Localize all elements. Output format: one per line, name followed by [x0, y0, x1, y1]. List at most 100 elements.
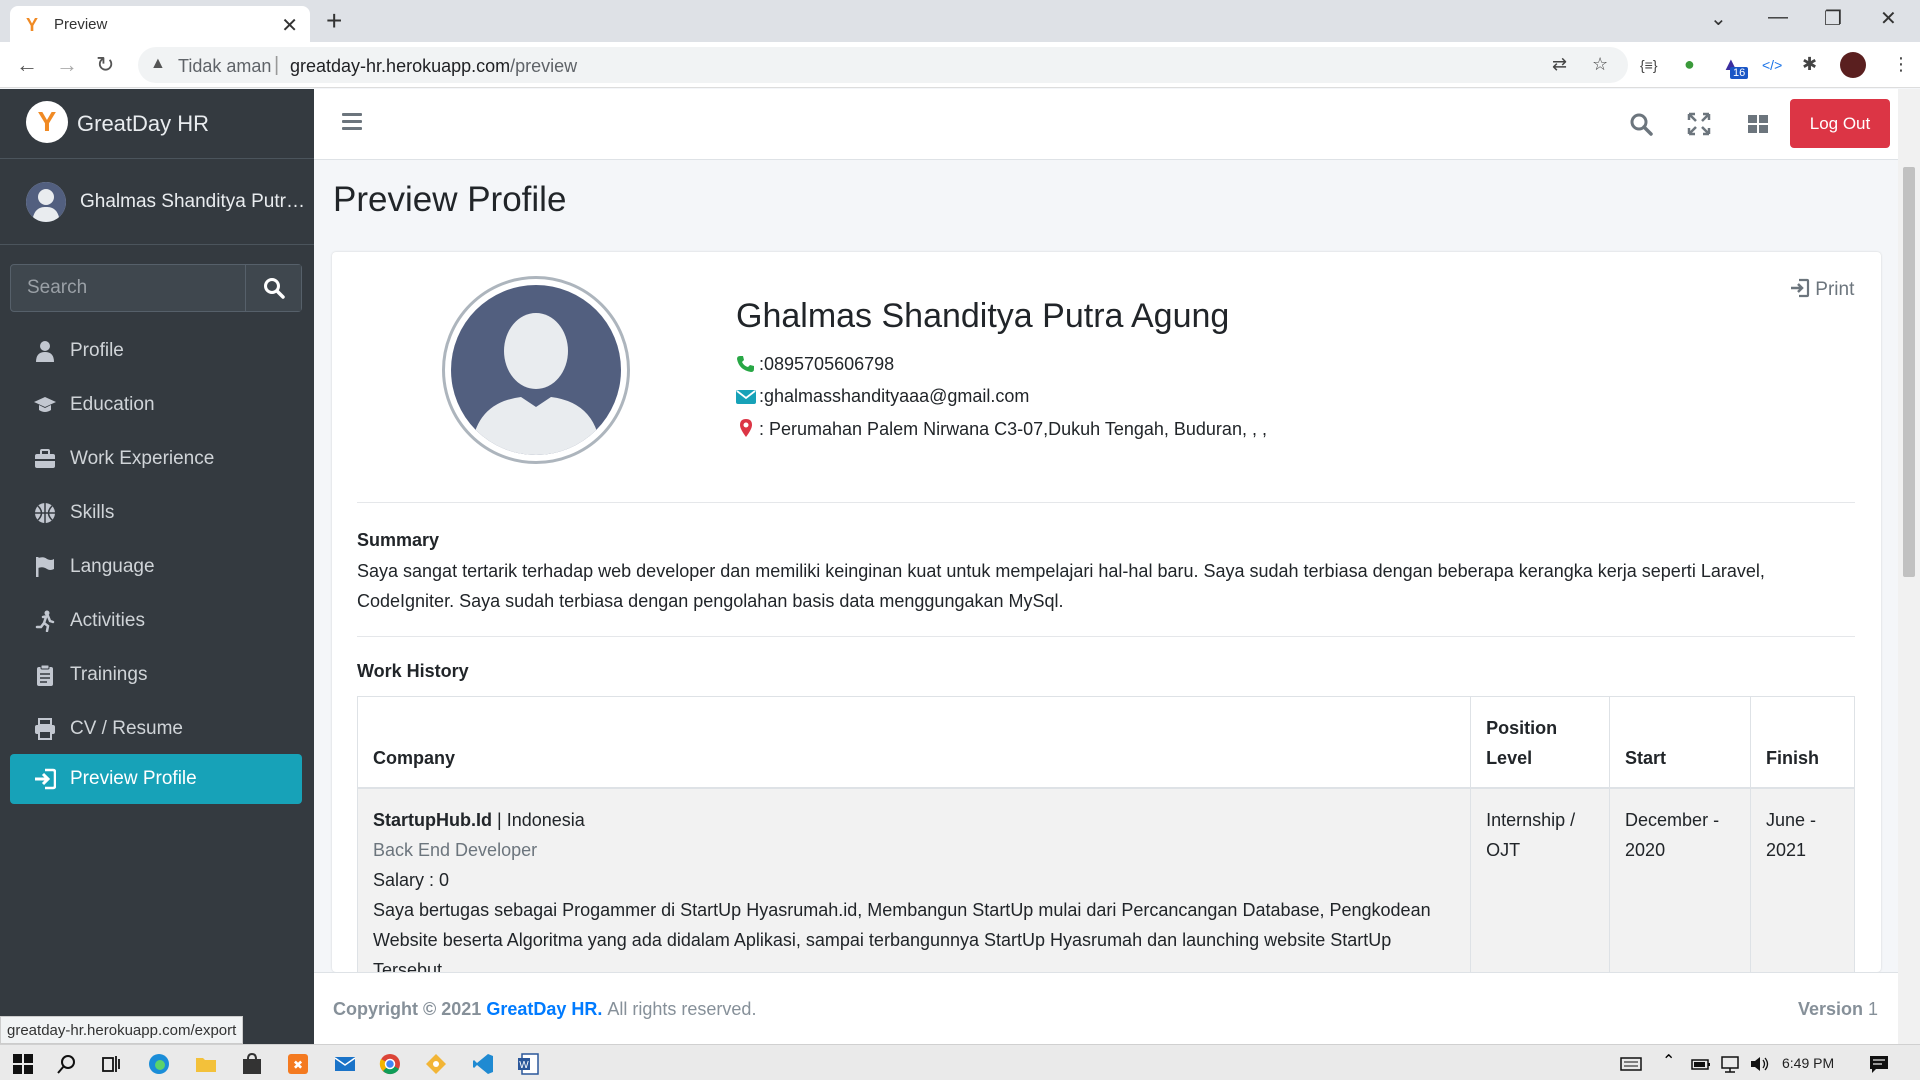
taskbar-clock[interactable]: 6:49 PM: [1782, 1055, 1834, 1071]
sidebar-item-work-experience[interactable]: Work Experience: [10, 434, 302, 484]
sidebar-item-label: Skills: [70, 502, 115, 523]
url-text: greatday-hr.herokuapp.com/preview: [290, 56, 578, 76]
sidebar-item-preview-profile[interactable]: Preview Profile: [10, 754, 302, 804]
status-bar-url: greatday-hr.herokuapp.com/export: [0, 1016, 244, 1044]
sidebar-item-cv-resume[interactable]: CV / Resume: [10, 704, 302, 754]
table-row: StartupHub.Id | Indonesia Back End Devel…: [356, 787, 1855, 972]
chevron-up-icon[interactable]: ⌃: [1662, 1051, 1675, 1071]
running-icon: [35, 610, 55, 632]
bookmark-star-icon[interactable]: ☆: [1592, 54, 1608, 75]
mail-icon[interactable]: [334, 1053, 356, 1075]
puzzle-extensions-icon[interactable]: ✱: [1802, 54, 1817, 75]
table-header-row: Company Position Level Start Finish: [356, 696, 1855, 789]
sidebar-item-education[interactable]: Education: [10, 380, 302, 430]
work-history-heading: Work History: [357, 661, 469, 681]
file-explorer-icon[interactable]: [195, 1053, 217, 1075]
page-scrollbar[interactable]: [1898, 89, 1920, 1044]
user-avatar: [26, 182, 66, 222]
copyright: Copyright © 2021 GreatDay HR. All rights…: [333, 999, 756, 1020]
hamburger-menu-icon[interactable]: [342, 113, 362, 131]
sidebar-search-input[interactable]: [11, 265, 247, 311]
column-header-finish: Finish: [1750, 696, 1855, 789]
scrollbar-thumb[interactable]: [1903, 167, 1915, 577]
network-icon[interactable]: [1719, 1053, 1741, 1075]
sidebar-item-activities[interactable]: Activities: [10, 596, 302, 646]
notifications-icon[interactable]: [1868, 1053, 1890, 1075]
address-bar-row: ← → ↻ ▲ Tidak aman | greatday-hr.herokua…: [0, 42, 1920, 88]
word-icon[interactable]: W: [517, 1053, 539, 1075]
brand-link[interactable]: Y GreatDay HR: [0, 89, 314, 159]
omnibox-separator: |: [274, 54, 280, 76]
task-view-icon[interactable]: [100, 1053, 122, 1075]
divider: [357, 502, 1855, 503]
volume-icon[interactable]: [1749, 1053, 1771, 1075]
brand-name: GreatDay HR: [77, 111, 210, 136]
user-name: Ghalmas Shanditya Putra..: [80, 191, 305, 212]
rights-text: All rights reserved.: [607, 999, 757, 1019]
windows-start-icon[interactable]: [12, 1053, 34, 1075]
column-header-position-level: Position Level: [1470, 696, 1611, 789]
start-cell: December - 2020: [1609, 787, 1751, 972]
keyboard-icon[interactable]: [1620, 1053, 1642, 1075]
reload-icon[interactable]: ↻: [96, 52, 114, 78]
email-value: :ghalmasshandityaaa@gmail.com: [759, 386, 1030, 406]
flag-icon: [36, 557, 54, 577]
store-icon[interactable]: [241, 1053, 263, 1075]
xampp-icon[interactable]: ✖: [287, 1053, 309, 1075]
sidebar-item-skills[interactable]: Skills: [10, 488, 302, 538]
security-label: Tidak aman: [178, 56, 272, 76]
sidebar-search-button[interactable]: [245, 265, 301, 311]
forward-icon[interactable]: →: [56, 52, 78, 78]
logout-button[interactable]: Log Out: [1790, 99, 1890, 148]
tab-search-icon[interactable]: ⌄: [1710, 6, 1727, 31]
sidebar-item-label: Education: [70, 394, 155, 415]
search-icon[interactable]: [1628, 111, 1654, 137]
minimize-icon[interactable]: —: [1768, 6, 1788, 29]
globe-extension-icon[interactable]: ●: [1684, 54, 1695, 75]
profile-photo: [442, 276, 630, 464]
close-tab-icon[interactable]: ✕: [281, 13, 298, 38]
print-link[interactable]: Print: [1790, 278, 1854, 301]
fullscreen-icon[interactable]: [1686, 111, 1712, 137]
version-label: Version: [1797, 999, 1863, 1019]
sidebar-item-trainings[interactable]: Trainings: [10, 650, 302, 700]
divider: [357, 636, 1855, 637]
vscode-icon[interactable]: [472, 1053, 494, 1075]
translate-icon[interactable]: ⇄: [1552, 54, 1567, 75]
new-tab-icon[interactable]: +: [326, 5, 342, 37]
browser-tab[interactable]: Y Preview ✕: [10, 6, 310, 42]
warning-icon: ▲: [150, 55, 166, 72]
restore-icon[interactable]: ❐: [1824, 6, 1842, 31]
basketball-icon: [35, 503, 55, 523]
column-header-start: Start: [1609, 696, 1751, 789]
version-info: Version 1: [1798, 999, 1878, 1020]
sidebar-item-label: Profile: [70, 340, 124, 361]
json-extension-icon[interactable]: {≡}: [1640, 57, 1658, 73]
top-navbar: Log Out: [314, 89, 1898, 160]
company-country: | Indonesia: [497, 810, 585, 830]
sidebar-item-profile[interactable]: Profile: [10, 326, 302, 376]
edge-icon[interactable]: [148, 1053, 170, 1075]
map-marker-icon: [740, 419, 752, 437]
grid-icon[interactable]: [1745, 111, 1771, 137]
search-icon[interactable]: [56, 1053, 78, 1075]
browser-menu-icon[interactable]: ⋮: [1892, 54, 1910, 75]
sidebar-item-language[interactable]: Language: [10, 542, 302, 592]
salary: Salary : 0: [373, 870, 450, 890]
footer-brand-link[interactable]: GreatDay HR.: [486, 999, 602, 1019]
battery-icon[interactable]: [1690, 1053, 1712, 1075]
graduation-cap-icon: [34, 397, 56, 412]
tab-title: Preview: [54, 16, 108, 33]
column-header-company: Company: [356, 696, 1472, 789]
browser-profile-avatar[interactable]: [1840, 52, 1866, 78]
phone-icon: [737, 356, 754, 372]
code-extension-icon[interactable]: </>: [1762, 57, 1782, 73]
back-icon[interactable]: ←: [16, 52, 38, 78]
sidebar-item-label: Trainings: [70, 664, 148, 685]
chrome-icon[interactable]: [379, 1053, 401, 1075]
user-panel[interactable]: Ghalmas Shanditya Putra..: [0, 159, 314, 245]
sign-in-icon: [35, 768, 56, 790]
sourcetree-icon[interactable]: [425, 1053, 447, 1075]
omnibox[interactable]: ▲ Tidak aman | greatday-hr.herokuapp.com…: [138, 47, 1628, 83]
close-window-icon[interactable]: ✕: [1880, 6, 1897, 31]
